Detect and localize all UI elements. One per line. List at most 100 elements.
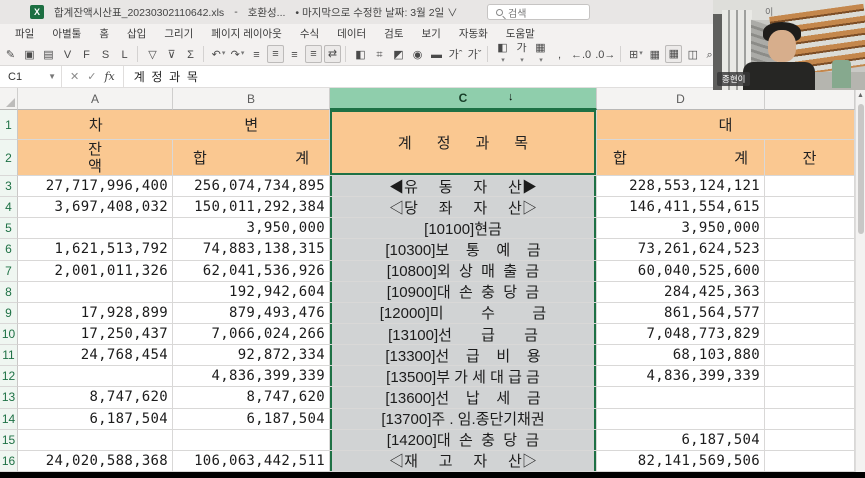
cell-c8[interactable]: [10900]대 손 충 당 금 xyxy=(330,282,597,303)
row-header-8[interactable]: 8 xyxy=(0,282,18,303)
decrease-decimal-icon[interactable]: .0→ xyxy=(594,45,616,63)
cell-e8[interactable] xyxy=(765,282,855,303)
cancel-icon[interactable]: ✕ xyxy=(70,70,79,83)
debit-total-cell[interactable]: 합계 xyxy=(173,140,330,176)
row-header-13[interactable]: 13 xyxy=(0,387,18,408)
shape-contrast-icon[interactable]: ◧ xyxy=(352,45,369,63)
name-box-dropdown-icon[interactable]: ▼ xyxy=(48,72,56,81)
justify-icon[interactable]: ≡ xyxy=(305,45,322,63)
row-header-11[interactable]: 11 xyxy=(0,345,18,366)
cell-d9[interactable]: 861,564,577 xyxy=(597,303,765,324)
credit-balance-cell[interactable]: 잔 xyxy=(765,140,855,176)
cell-e3[interactable] xyxy=(765,176,855,197)
cell-d16[interactable]: 82,141,569,506 xyxy=(597,451,765,472)
cell-b15[interactable] xyxy=(173,430,330,451)
cell-b16[interactable]: 106,063,442,511 xyxy=(173,451,330,472)
cell-b6[interactable]: 74,883,138,315 xyxy=(173,239,330,260)
cell-e4[interactable] xyxy=(765,197,855,218)
clear-filter-icon[interactable]: ⊽ xyxy=(163,45,180,63)
borders-icon-dropdown[interactable]: ▾ xyxy=(639,46,643,62)
ribbon-tab-3[interactable]: 삽입 xyxy=(118,26,155,41)
cell-a15[interactable] xyxy=(18,430,173,451)
cell-c15[interactable]: [14200]대 손 충 당 금 xyxy=(330,430,597,451)
cell-e14[interactable] xyxy=(765,409,855,430)
cell-c16[interactable]: ◁재 고 자 산▷ xyxy=(330,451,597,472)
cell-e13[interactable] xyxy=(765,387,855,408)
cell-b7[interactable]: 62,041,536,926 xyxy=(173,261,330,282)
cell-a8[interactable] xyxy=(18,282,173,303)
format-painter-icon[interactable]: ✎ xyxy=(2,45,19,63)
cell-b8[interactable]: 192,942,604 xyxy=(173,282,330,303)
cell-c6[interactable]: [10300]보 통 예 금 xyxy=(330,239,597,260)
row-header-4[interactable]: 4 xyxy=(0,197,18,218)
cell-b14[interactable]: 6,187,504 xyxy=(173,409,330,430)
cell-b3[interactable]: 256,074,734,895 xyxy=(173,176,330,197)
cell-c4[interactable]: ◁당 좌 자 산▷ xyxy=(330,197,597,218)
cell-d14[interactable] xyxy=(597,409,765,430)
cell-b5[interactable]: 3,950,000 xyxy=(173,218,330,239)
cell-e10[interactable] xyxy=(765,324,855,345)
ribbon-tab-8[interactable]: 검토 xyxy=(375,26,412,41)
cell-c9[interactable]: [12000]미 수 금 xyxy=(330,303,597,324)
font-decrease-icon[interactable]: 가ˇ xyxy=(466,45,483,63)
cell-a11[interactable]: 24,768,454 xyxy=(18,345,173,366)
last-modified-label[interactable]: • 마지막으로 수정한 날짜: 3월 2일 ∨ xyxy=(295,5,457,20)
row-header-16[interactable]: 16 xyxy=(0,451,18,472)
circle-shape-icon[interactable]: ◉ xyxy=(409,45,426,63)
cell-a9[interactable]: 17,928,899 xyxy=(18,303,173,324)
ribbon-tab-10[interactable]: 자동화 xyxy=(450,26,497,41)
undo-icon-dropdown[interactable]: ▾ xyxy=(222,46,226,62)
redo-icon[interactable]: ↷▾ xyxy=(229,45,246,63)
paste-special-icon[interactable]: ▤ xyxy=(40,45,57,63)
cell-e9[interactable] xyxy=(765,303,855,324)
row-header-3[interactable]: 3 xyxy=(0,176,18,197)
cell-a3[interactable]: 27,717,996,400 xyxy=(18,176,173,197)
cell-a5[interactable] xyxy=(18,218,173,239)
scrollbar-thumb[interactable] xyxy=(858,104,864,234)
cell-e16[interactable] xyxy=(765,451,855,472)
cell-b11[interactable]: 92,872,334 xyxy=(173,345,330,366)
select-all-corner[interactable] xyxy=(0,88,18,110)
cell-e15[interactable] xyxy=(765,430,855,451)
cell-d15[interactable]: 6,187,504 xyxy=(597,430,765,451)
border-pen-icon[interactable]: ▦▾ xyxy=(532,45,549,63)
cell-e11[interactable] xyxy=(765,345,855,366)
cell-b9[interactable]: 879,493,476 xyxy=(173,303,330,324)
l-macro-button[interactable]: L xyxy=(116,45,133,63)
cell-a7[interactable]: 2,001,011,326 xyxy=(18,261,173,282)
cell-a16[interactable]: 24,020,588,368 xyxy=(18,451,173,472)
autosum-icon[interactable]: Σ xyxy=(182,45,199,63)
font-increase-icon[interactable]: 가ˆ xyxy=(447,45,464,63)
all-borders-icon[interactable]: ▦ xyxy=(646,45,663,63)
row-header-10[interactable]: 10 xyxy=(0,324,18,345)
ribbon-tab-0[interactable]: 파일 xyxy=(6,26,43,41)
cell-d10[interactable]: 7,048,773,829 xyxy=(597,324,765,345)
font-color-icon-dropdown[interactable]: ▾ xyxy=(520,55,524,66)
camera-icon[interactable]: ⌗ xyxy=(371,45,388,63)
fill-color-icon[interactable]: ◧▾ xyxy=(494,45,511,63)
cell-b4[interactable]: 150,011,292,384 xyxy=(173,197,330,218)
row-header-15[interactable]: 15 xyxy=(0,430,18,451)
cell-d12[interactable]: 4,836,399,339 xyxy=(597,366,765,387)
align-left-icon[interactable]: ≡ xyxy=(248,45,265,63)
cell-b10[interactable]: 7,066,024,266 xyxy=(173,324,330,345)
cell-a6[interactable]: 1,621,513,792 xyxy=(18,239,173,260)
credit-header-cell[interactable]: 대 xyxy=(597,110,855,140)
cell-c5[interactable]: [10100]현금 xyxy=(330,218,597,239)
cell-d8[interactable]: 284,425,363 xyxy=(597,282,765,303)
font-color-icon[interactable]: 가▾ xyxy=(513,45,530,63)
diagonal-shape-icon[interactable]: ◩ xyxy=(390,45,407,63)
cell-name-box[interactable]: C1 ▼ xyxy=(0,66,62,87)
ribbon-tab-5[interactable]: 페이지 레이아웃 xyxy=(202,26,291,41)
column-header-A[interactable]: A xyxy=(18,88,173,110)
cell-d3[interactable]: 228,553,124,121 xyxy=(597,176,765,197)
paste-icon[interactable]: ▣ xyxy=(21,45,38,63)
row-header-14[interactable]: 14 xyxy=(0,409,18,430)
switch-text-icon[interactable]: ⇄ xyxy=(324,45,341,63)
comma-style-icon[interactable]: , xyxy=(551,45,568,63)
cell-c14[interactable]: [13700]주 . 임.종단기채권 xyxy=(330,409,597,430)
cell-e6[interactable] xyxy=(765,239,855,260)
ribbon-tab-9[interactable]: 보기 xyxy=(412,26,449,41)
ribbon-tab-1[interactable]: 아별툴 xyxy=(43,26,90,41)
cell-b13[interactable]: 8,747,620 xyxy=(173,387,330,408)
